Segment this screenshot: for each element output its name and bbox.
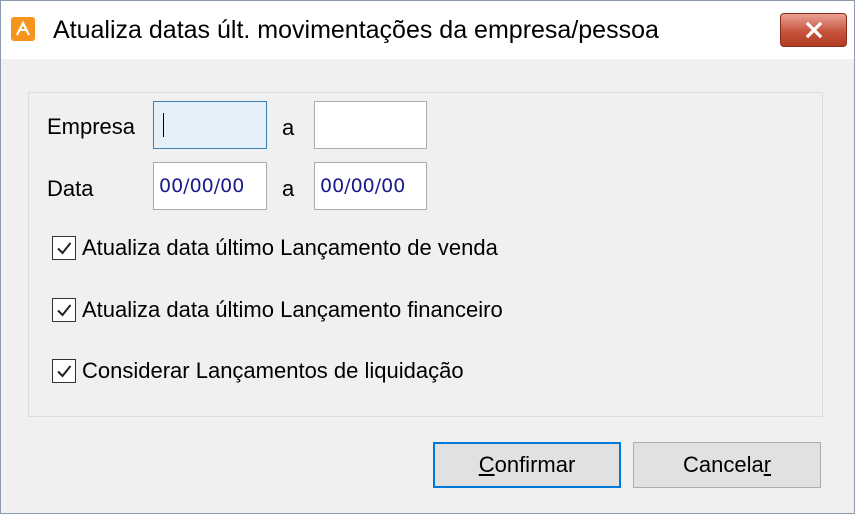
empresa-from-input[interactable] — [153, 101, 267, 149]
data-range-separator: a — [282, 176, 295, 201]
data-from-input[interactable]: 00/00/00 — [153, 162, 267, 210]
cancel-button[interactable]: Cancela r — [633, 442, 821, 488]
dialog-window: Atualiza datas últ. movimentações da emp… — [0, 0, 855, 514]
confirm-label-post: onfirmar — [494, 452, 576, 477]
confirm-mnemonic: C — [478, 452, 495, 477]
close-button[interactable] — [780, 13, 847, 47]
checkmark-icon — [57, 365, 72, 378]
close-icon — [805, 22, 822, 38]
checkbox-box — [52, 298, 76, 322]
checkmark-icon — [57, 304, 72, 317]
confirm-button[interactable]: Confirmar — [433, 442, 621, 488]
checkbox-label: Atualiza data último Lançamento financei… — [82, 297, 503, 322]
empresa-range-separator: a — [282, 115, 295, 140]
checkmark-icon — [57, 242, 72, 255]
cancel-label-pre: Cancela — [682, 452, 764, 477]
checkbox-atualiza-financeiro[interactable]: Atualiza data último Lançamento financei… — [52, 297, 503, 323]
cancel-mnemonic: r — [763, 452, 772, 477]
data-to-input[interactable]: 00/00/00 — [314, 162, 427, 210]
data-to-value: 00/00/00 — [320, 175, 406, 197]
checkbox-label: Considerar Lançamentos de liquidação — [82, 358, 464, 383]
checkbox-box — [52, 359, 76, 383]
checkbox-label: Atualiza data último Lançamento de venda — [82, 235, 498, 260]
checkbox-atualiza-venda[interactable]: Atualiza data último Lançamento de venda — [52, 235, 498, 261]
checkbox-box — [52, 236, 76, 260]
data-from-value: 00/00/00 — [159, 175, 245, 197]
empresa-label: Empresa — [47, 114, 136, 139]
data-label: Data — [47, 176, 94, 201]
app-icon — [11, 17, 35, 41]
title-bar: Atualiza datas últ. movimentações da emp… — [1, 1, 854, 59]
text-caret — [163, 113, 164, 137]
checkbox-considerar-liquidacao[interactable]: Considerar Lançamentos de liquidação — [52, 358, 464, 384]
window-title: Atualiza datas últ. movimentações da emp… — [53, 16, 659, 44]
empresa-to-input[interactable] — [314, 101, 427, 149]
dialog-body: Empresa a Data 00/00/00 a 00/00/00 Atual… — [1, 59, 854, 513]
